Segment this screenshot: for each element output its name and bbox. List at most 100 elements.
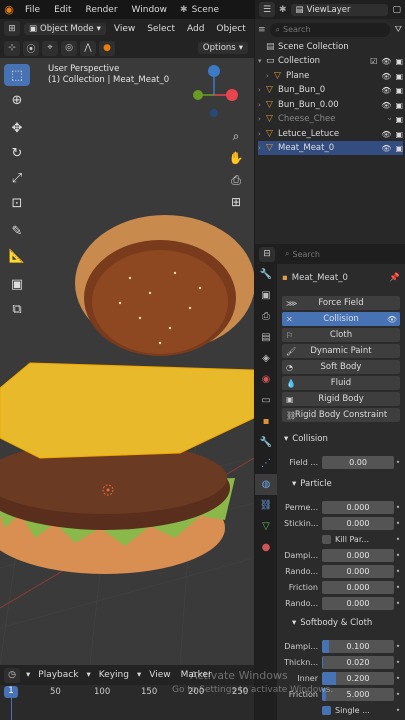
collision-button[interactable]: ✕ Collision 👁 [282,312,400,326]
outliner-row-cheese[interactable]: › ▽ Cheese_Chee ᵕ ▣ [258,112,403,126]
vp-menu-add[interactable]: Add [183,24,208,34]
force-field-button[interactable]: ⋙ Force Field [282,296,400,310]
3d-viewport[interactable] [0,58,254,665]
field-absorption-input[interactable]: 0.00 [322,455,394,469]
pan-hand-icon[interactable]: ✋ [226,148,246,168]
rigid-body-button[interactable]: ▣ Rigid Body [282,392,400,406]
remove-icon[interactable]: ✕ [286,315,293,324]
stickiness-input[interactable]: 0.000 [322,516,394,530]
outliner-row-bun-0[interactable]: › ▽ Bun_Bun_0 👁 ▣ [258,83,403,97]
random-damping-input[interactable]: 0.000 [322,564,394,578]
eye-icon[interactable]: 👁 [381,57,391,66]
move-icon[interactable]: ✥ [4,117,30,139]
snap-icon[interactable]: ⌖ [42,40,58,56]
chevron-down-icon[interactable]: ▾ [26,670,30,680]
constraints-tab-icon[interactable]: ⛓ [255,495,277,516]
keyframe-dot-icon[interactable]: • [394,583,402,592]
render-tab-icon[interactable]: ▣ [255,285,277,306]
outliner-row-lettuce[interactable]: › ▽ Letuce_Letuce 👁 ▣ [258,127,403,141]
rigid-body-constraint-button[interactable]: ⛓ Rigid Body Constraint [282,408,400,422]
world-tab-icon[interactable]: ◉ [255,369,277,390]
pivot-icon[interactable]: ⦿ [23,40,39,56]
cloth-button[interactable]: ⚐ Cloth [282,328,400,342]
eye-icon[interactable]: 👁 [381,144,391,153]
transform-orientation-icon[interactable]: ⊹ [4,40,20,56]
tool-tab-icon[interactable]: 🔧 [255,264,277,285]
keyframe-dot-icon[interactable]: • [394,706,402,715]
softbody-section-header[interactable]: ▾ Softbody & Cloth [292,618,372,628]
keyframe-dot-icon[interactable]: • [394,503,402,512]
tl-menu-view[interactable]: View [147,670,172,680]
editor-type-icon[interactable]: ⊞ [4,21,20,36]
filter-icon[interactable]: ≡ [258,25,266,35]
keyframe-dot-icon[interactable]: • [394,535,402,544]
extrude-icon[interactable]: ⧉ [4,298,30,320]
softbody-damping-slider[interactable]: 0.100 [322,639,394,653]
viewlayer-menu-icon[interactable]: ▢ [392,5,405,15]
zoom-icon[interactable]: ⌕ [226,126,246,146]
material-tab-icon[interactable]: ● [255,537,277,558]
menu-file[interactable]: File [18,5,47,15]
outliner-row-plane[interactable]: › ▽ Plane 👁 ▣ [258,69,403,83]
kill-particles-checkbox[interactable] [322,534,331,544]
outliner-row-collection[interactable]: ▾ ▭ Collection ☑ 👁 ▣ [258,54,403,68]
fluid-button[interactable]: 💧 Fluid [282,376,400,390]
camera-icon[interactable]: ▣ [395,72,403,81]
add-cube-icon[interactable]: ▣ [4,273,30,295]
camera-icon[interactable]: ▣ [395,144,403,153]
soft-body-button[interactable]: ◔ Soft Body [282,360,400,374]
permeability-input[interactable]: 0.000 [322,500,394,514]
grid-view-icon[interactable]: ⊞ [226,192,246,212]
outliner-editor-icon[interactable]: ☰ [259,2,275,17]
shading-icon[interactable]: ● [99,40,115,56]
properties-editor-icon[interactable]: ⊟ [259,246,275,262]
eye-icon[interactable]: 👁 [381,86,391,95]
navigation-gizmo[interactable] [193,65,238,117]
vp-menu-object[interactable]: Object [212,24,249,34]
vp-menu-select[interactable]: Select [143,24,179,34]
eye-closed-icon[interactable]: ᵕ [388,115,391,124]
eye-icon[interactable]: 👁 [381,130,391,139]
chevron-down-icon[interactable]: ▾ [258,57,266,65]
measure-icon[interactable]: 📐 [4,245,30,267]
camera-icon[interactable]: ⎙ [226,170,246,190]
scale-icon[interactable]: ⤢ [4,167,30,189]
menu-render[interactable]: Render [79,5,125,15]
tl-menu-keying[interactable]: Keying [97,670,131,680]
eye-icon[interactable]: 👁 [387,315,397,324]
blender-logo-icon[interactable]: ◉ [0,0,18,19]
outliner-row-scene-collection[interactable]: ▤ Scene Collection [258,40,403,54]
keyframe-dot-icon[interactable]: • [394,642,402,651]
checkbox-icon[interactable]: ☑ [370,57,377,66]
random-friction-input[interactable]: 0.000 [322,596,394,610]
scene-selector[interactable]: ✱ Scene [180,5,219,15]
collection-tab-icon[interactable]: ▭ [255,390,277,411]
cursor-icon[interactable]: ⊕ [4,89,30,111]
particle-section-header[interactable]: ▾ Particle [292,479,332,489]
eye-icon[interactable]: 👁 [381,101,391,110]
physics-tab-icon[interactable]: ◍ [255,474,277,495]
view-layer-tab-icon[interactable]: ▤ [255,327,277,348]
transform-icon[interactable]: ⊡ [4,192,30,214]
camera-icon[interactable]: ▣ [395,101,403,110]
annotate-icon[interactable]: ✎ [4,220,30,242]
camera-icon[interactable]: ▣ [395,130,403,139]
data-tab-icon[interactable]: ▽ [255,516,277,537]
camera-icon[interactable]: ▣ [395,115,403,124]
tl-menu-playback[interactable]: Playback [36,670,80,680]
outliner-search-input[interactable]: ⌕ Search [269,22,391,37]
select-box-icon[interactable]: ⬚ [4,64,30,86]
properties-search-input[interactable]: ⌕ Search [279,247,401,261]
modifier-tab-icon[interactable]: 🔧 [255,432,277,453]
pin-icon[interactable]: 📌 [389,273,400,283]
funnel-icon[interactable]: ⛛ [394,25,402,35]
output-tab-icon[interactable]: ⎙ [255,306,277,327]
damping-input[interactable]: 0.000 [322,548,394,562]
keyframe-dot-icon[interactable]: • [394,551,402,560]
current-frame-indicator[interactable]: 1 [4,686,18,698]
scene-tab-icon[interactable]: ◈ [255,348,277,369]
rotate-icon[interactable]: ↻ [4,142,30,164]
eye-icon[interactable]: 👁 [381,72,391,81]
overlay-icon[interactable]: ⋀ [80,40,96,56]
object-tab-icon[interactable]: ▪ [255,411,277,432]
